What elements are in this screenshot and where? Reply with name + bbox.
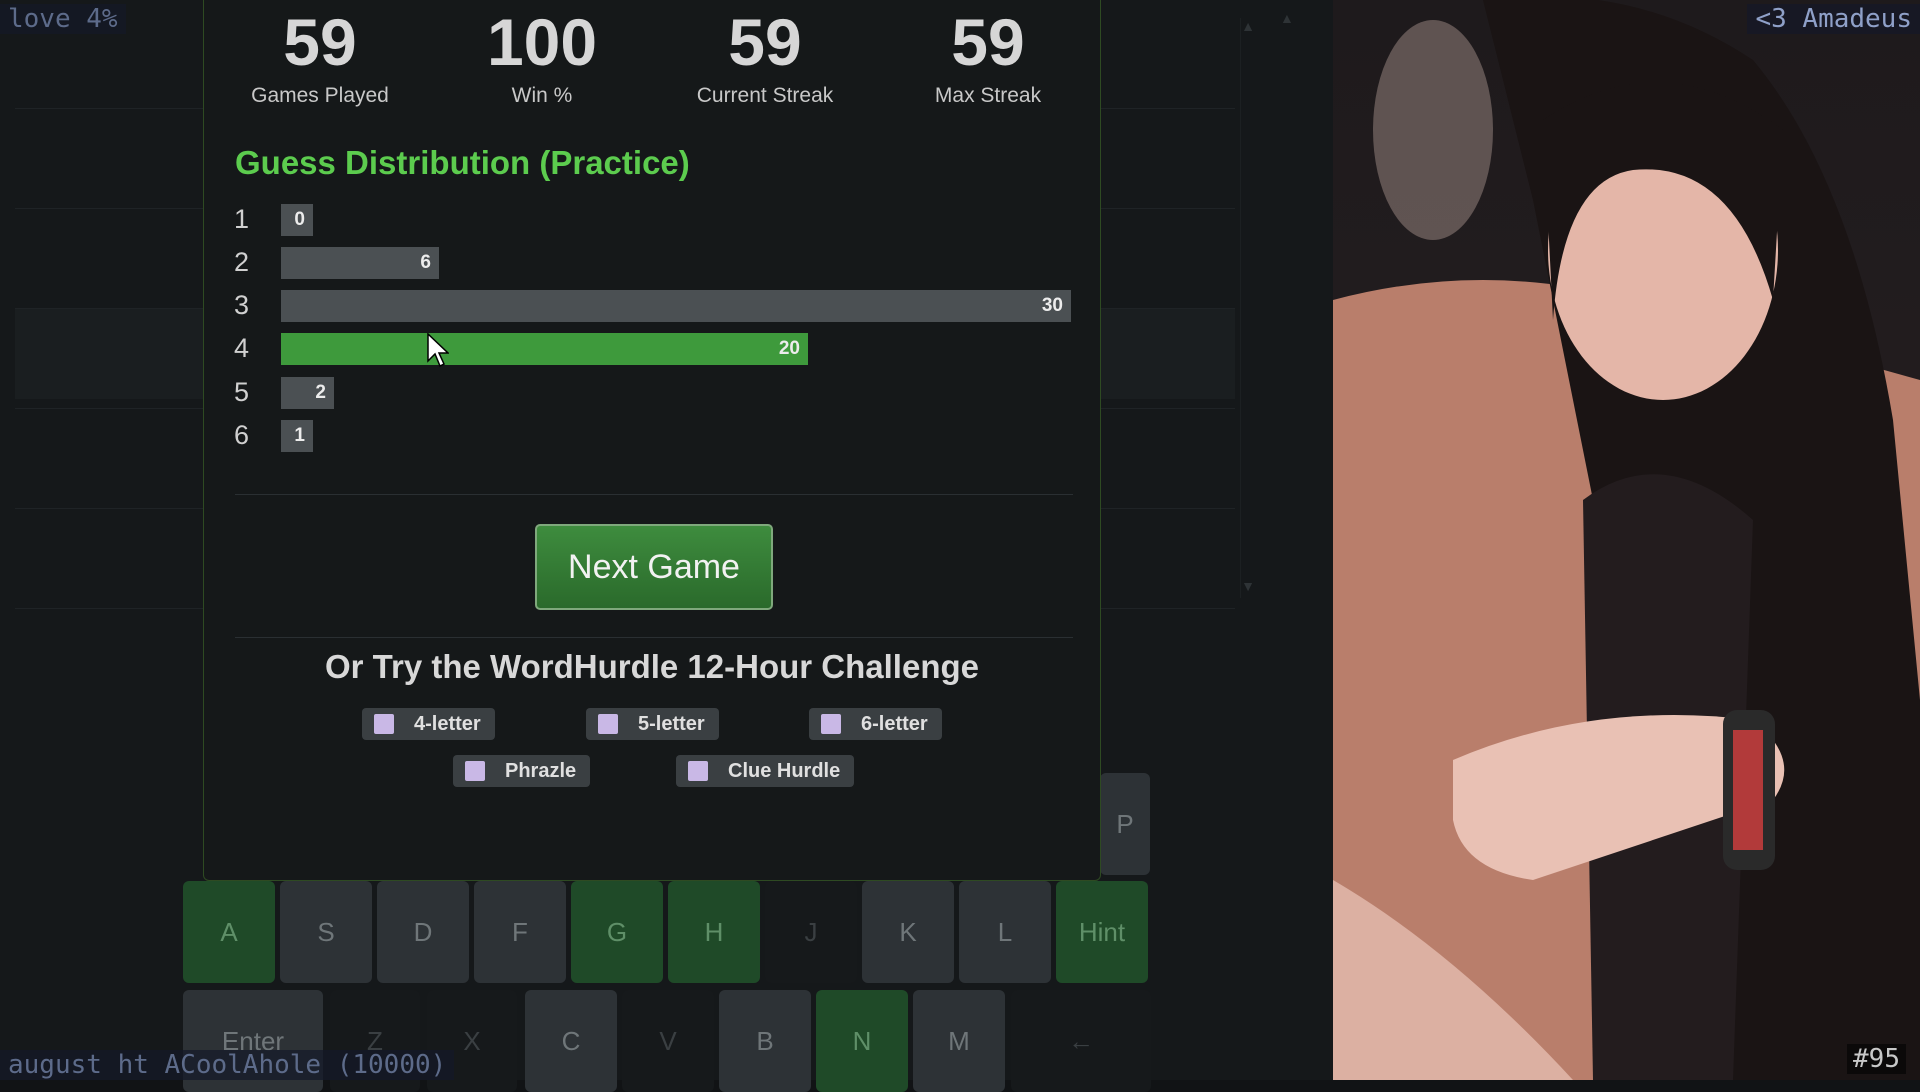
guess-number: 6 (234, 420, 250, 450)
key-label: N (852, 1025, 872, 1056)
keyboard-key[interactable]: B (719, 990, 811, 1092)
option-label: Clue Hurdle (728, 759, 841, 782)
scrollbar[interactable]: ▲ ▼ (1240, 18, 1255, 598)
stat-value: 100 (486, 5, 598, 79)
key-label: X (463, 1025, 481, 1056)
guess-number: 2 (234, 247, 250, 277)
key-label: S (317, 916, 335, 947)
webcam-feed: #95 (1333, 0, 1920, 1080)
challenge-option-phrazle[interactable]: Phrazle (453, 755, 591, 787)
guess-number: 3 (234, 290, 250, 320)
option-label: 6-letter (861, 712, 928, 735)
guess-distribution-title: Guess Distribution (Practice) (235, 144, 690, 181)
guess-number: 5 (234, 377, 250, 407)
stat-label: Games Played (251, 84, 389, 107)
key-label: F (512, 916, 528, 947)
divider (235, 637, 1073, 638)
stat-win-percent: 100 Win % (442, 2, 642, 108)
distribution-count: 0 (294, 209, 305, 230)
stat-value: 59 (728, 5, 802, 79)
guess-number: 1 (234, 204, 250, 234)
distribution-count: 2 (315, 382, 326, 403)
keyboard-key-p[interactable]: P (1100, 773, 1150, 875)
checkbox-icon[interactable] (374, 714, 394, 734)
key-label: L (997, 916, 1013, 947)
challenge-option-6-letter[interactable]: 6-letter (809, 708, 942, 740)
checkbox-icon[interactable] (465, 761, 485, 781)
keyboard-key[interactable]: F (474, 881, 566, 983)
key-label: K (899, 916, 917, 947)
divider (235, 494, 1073, 495)
distribution-count: 30 (1041, 295, 1063, 316)
stat-games-played: 59 Games Played (220, 2, 420, 108)
challenge-option-5-letter[interactable]: 5-letter (586, 708, 719, 740)
distribution-bar: 1 (281, 420, 313, 452)
keyboard-key[interactable]: S (280, 881, 372, 983)
scroll-up-icon[interactable]: ▲ (1241, 18, 1255, 34)
stat-current-streak: 59 Current Streak (665, 2, 865, 108)
keyboard-key[interactable]: J (765, 881, 857, 983)
keyboard-key[interactable]: N (816, 990, 908, 1092)
key-label: M (948, 1025, 970, 1056)
keyboard-key[interactable]: H (668, 881, 760, 983)
key-label: H (704, 916, 724, 947)
distribution-bar: 20 (281, 333, 808, 365)
option-label: 5-letter (638, 712, 705, 735)
distribution-bar: 0 (281, 204, 313, 236)
key-label: D (413, 916, 433, 947)
next-game-button[interactable]: Next Game (535, 524, 773, 610)
stat-value: 59 (951, 5, 1025, 79)
stat-label: Win % (511, 84, 573, 107)
stat-value: 59 (283, 5, 357, 79)
keyboard-key[interactable]: A (183, 881, 275, 983)
scroll-down-icon[interactable]: ▼ (1241, 578, 1255, 594)
challenge-option-4-letter[interactable]: 4-letter (362, 708, 495, 740)
distribution-bar: 6 (281, 247, 439, 279)
challenge-title: Or Try the WordHurdle 12-Hour Challenge (325, 648, 979, 685)
distribution-count: 20 (778, 338, 800, 359)
checkbox-icon[interactable] (598, 714, 618, 734)
scroll-up-icon[interactable]: ▲ (1280, 10, 1294, 26)
key-label: Hint (1078, 916, 1126, 947)
keyboard-key[interactable]: G (571, 881, 663, 983)
keyboard-key[interactable]: L (959, 881, 1051, 983)
distribution-bar: 30 (281, 290, 1071, 322)
key-label: B (756, 1025, 774, 1056)
keyboard-key[interactable]: ← (1011, 990, 1151, 1092)
option-label: 4-letter (414, 712, 481, 735)
overlay-top-left: love 4% (0, 4, 126, 34)
key-label: J (804, 916, 818, 947)
statistics-modal: 59 Games Played 100 Win % 59 Current Str… (203, 0, 1101, 881)
keyboard-key[interactable]: V (622, 990, 714, 1092)
distribution-count: 1 (294, 425, 305, 446)
key-label: G (606, 916, 628, 947)
key-label: ← (1068, 1025, 1094, 1056)
challenge-option-clue-hurdle[interactable]: Clue Hurdle (676, 755, 855, 787)
key-label: V (659, 1025, 677, 1056)
option-label: Phrazle (505, 759, 577, 782)
guess-number: 4 (234, 333, 250, 363)
distribution-count: 6 (420, 252, 431, 273)
checkbox-icon[interactable] (821, 714, 841, 734)
distribution-bar: 2 (281, 377, 334, 409)
overlay-episode: #95 (1847, 1044, 1906, 1074)
keyboard-key[interactable]: D (377, 881, 469, 983)
key-label: C (561, 1025, 581, 1056)
stat-max-streak: 59 Max Streak (888, 2, 1088, 108)
keyboard-key[interactable]: C (525, 990, 617, 1092)
stat-label: Current Streak (696, 84, 834, 107)
key-label: P (1116, 808, 1134, 839)
key-label: A (220, 916, 238, 947)
mouse-cursor-icon (427, 333, 449, 368)
keyboard-key[interactable]: Hint (1056, 881, 1148, 983)
stat-label: Max Streak (934, 84, 1042, 107)
keyboard-key[interactable]: M (913, 990, 1005, 1092)
overlay-bottom-left: august ht ACoolAhole (10000) (0, 1050, 455, 1080)
keyboard-key[interactable]: K (862, 881, 954, 983)
overlay-top-right: <3 Amadeus (1747, 4, 1920, 34)
webcam-image (1333, 0, 1920, 1080)
checkbox-icon[interactable] (688, 761, 708, 781)
